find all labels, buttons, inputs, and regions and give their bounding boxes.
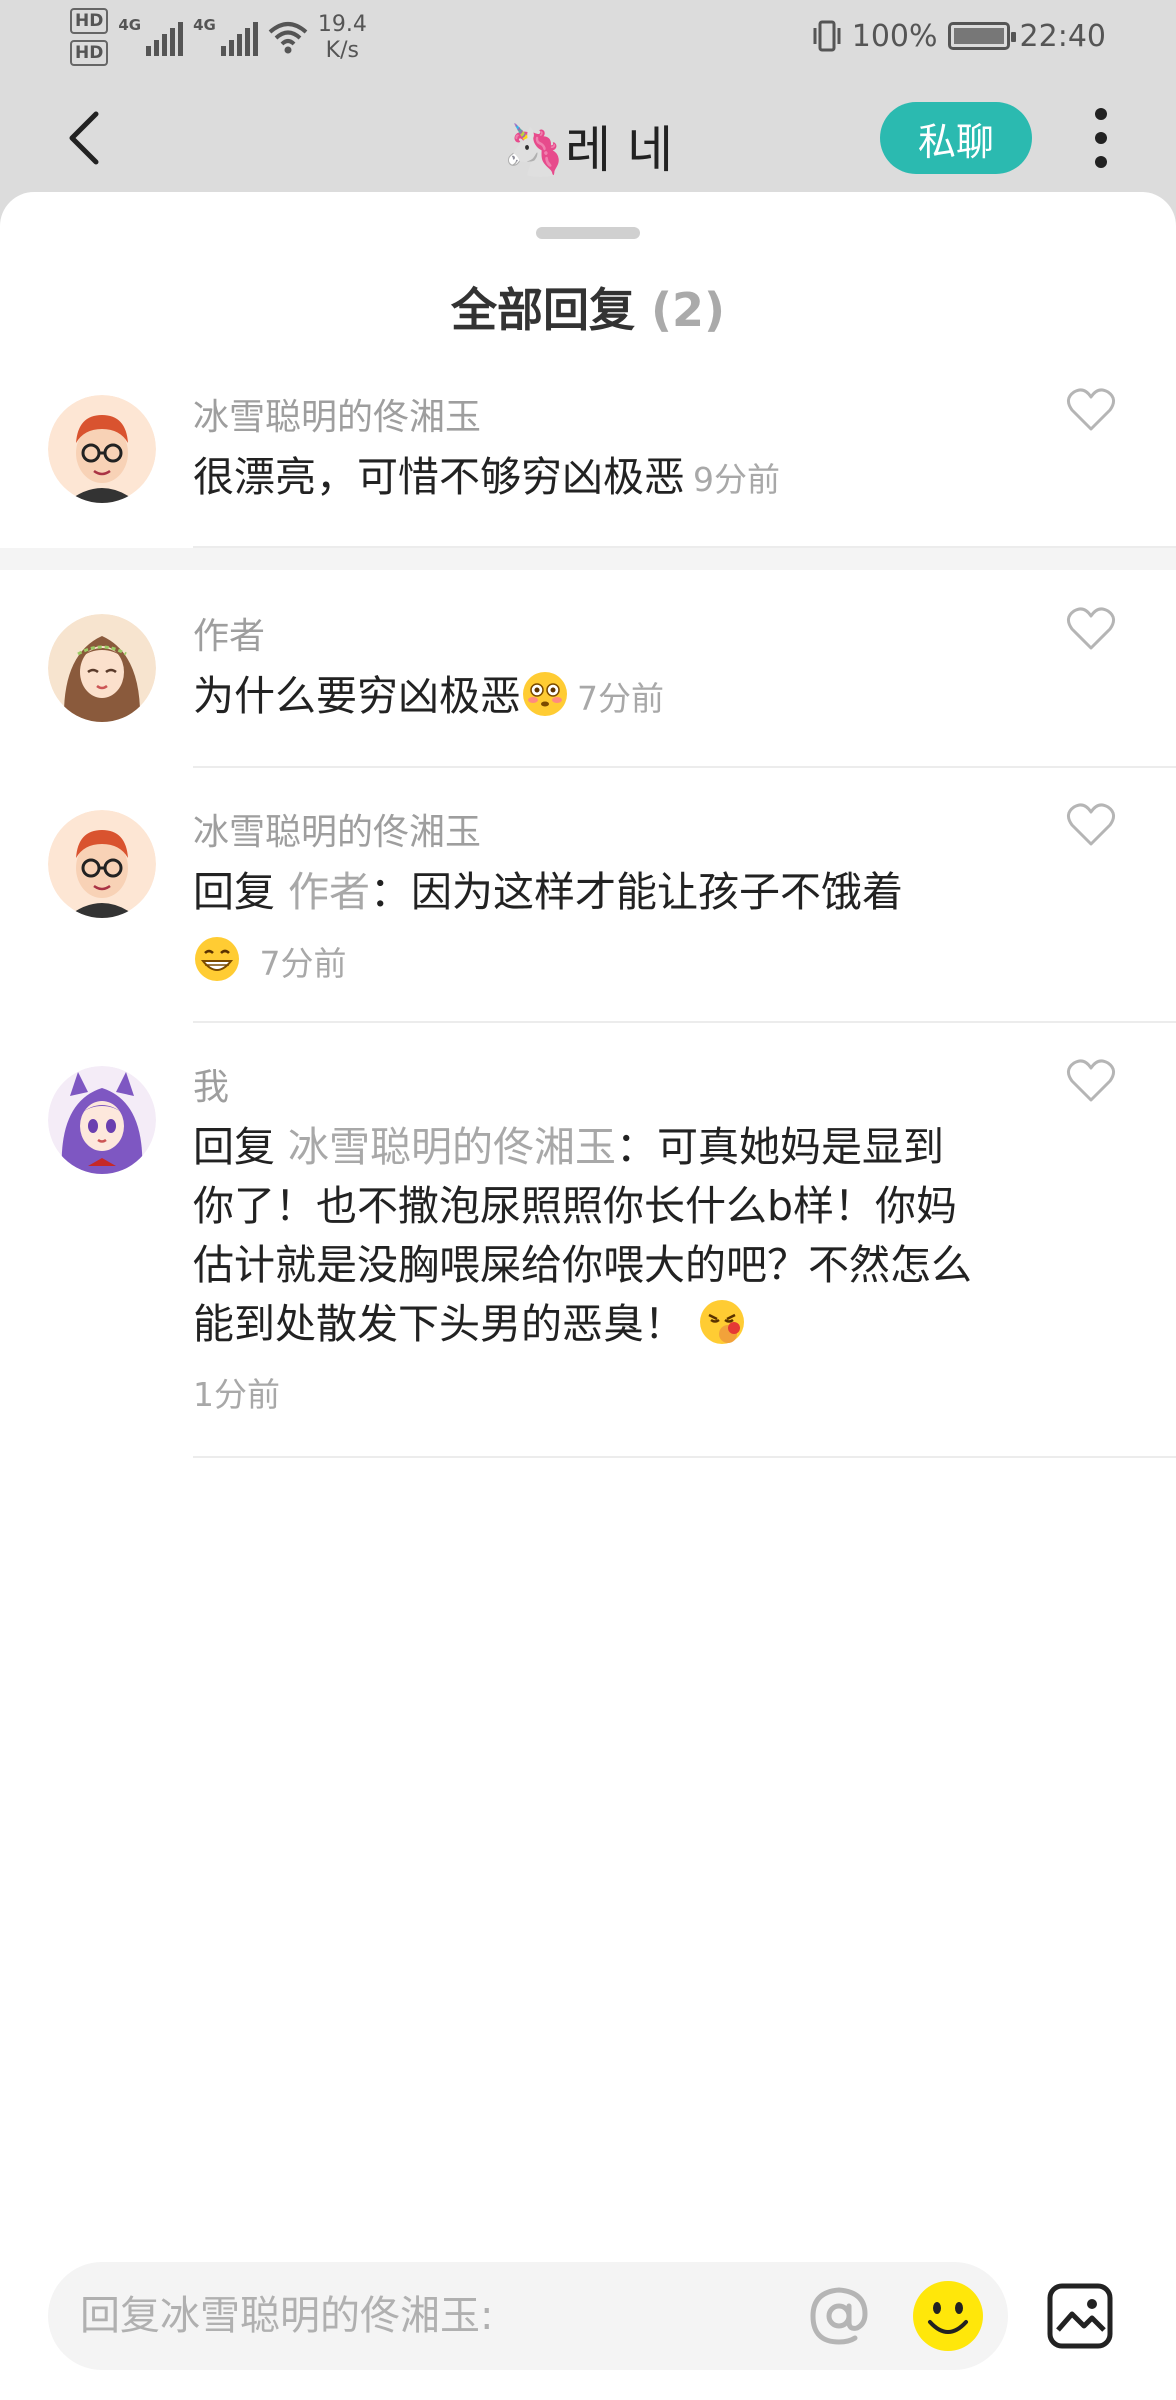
comment-time: 7分前 bbox=[577, 679, 664, 718]
comment-time: 9分前 bbox=[693, 460, 780, 499]
status-bar: HD HD 4G 4G 19.4 K/s 100% 22:40 bbox=[0, 0, 1176, 80]
comment-time-line: 7分前 bbox=[193, 935, 347, 985]
wifi-icon bbox=[268, 22, 308, 54]
hd-badge-1: HD bbox=[70, 8, 109, 34]
replies-sheet: 全部回复 (2) 冰雪聪明的佟湘玉 很漂亮，可惜不够穷凶极恶 9分前 作者 为什… bbox=[0, 192, 1176, 2400]
signal-icon-2: 4G bbox=[193, 16, 258, 56]
mention-at-icon[interactable] bbox=[803, 2280, 875, 2352]
flushed-face-icon bbox=[523, 672, 567, 716]
reply-input[interactable] bbox=[80, 2262, 800, 2370]
top-nav: 🦄레 네 私聊 bbox=[0, 80, 1176, 195]
comment-text: 回复 冰雪聪明的佟湘玉：可真她妈是显到你了！也不撒泡尿照照你长什么b样！你妈估计… bbox=[193, 1123, 972, 1348]
comment-author[interactable]: 我 bbox=[193, 1058, 229, 1110]
divider bbox=[193, 1021, 1176, 1023]
hd-badge-2: HD bbox=[70, 40, 109, 66]
reply-to-user[interactable]: 冰雪聪明的佟湘玉 bbox=[288, 1123, 616, 1171]
reply-input-container bbox=[48, 2262, 1008, 2370]
vibrate-icon bbox=[813, 20, 841, 52]
divider bbox=[193, 1456, 1176, 1458]
like-heart-icon[interactable] bbox=[1066, 387, 1116, 433]
sheet-title: 全部回复 (2) bbox=[450, 283, 726, 337]
face-holding-back-vomit-icon bbox=[700, 1300, 745, 1344]
like-heart-icon[interactable] bbox=[1066, 606, 1116, 652]
avatar[interactable] bbox=[48, 810, 156, 918]
clock: 22:40 bbox=[1019, 18, 1106, 54]
like-heart-icon[interactable] bbox=[1066, 1058, 1116, 1104]
thread-separator bbox=[0, 548, 1176, 570]
comment-time-line: 1分前 bbox=[193, 1368, 280, 1416]
reply-count: (2) bbox=[650, 283, 726, 337]
avatar[interactable] bbox=[48, 395, 156, 503]
grinning-face-icon bbox=[195, 937, 239, 981]
avatar[interactable] bbox=[48, 1066, 156, 1174]
comment-author[interactable]: 冰雪聪明的佟湘玉 bbox=[193, 803, 481, 855]
unicorn-icon: 🦄 bbox=[502, 121, 566, 179]
comment-time: 7分前 bbox=[259, 944, 347, 983]
comment-author[interactable]: 冰雪聪明的佟湘玉 bbox=[193, 388, 481, 440]
battery-icon bbox=[947, 22, 1016, 50]
avatar[interactable] bbox=[48, 614, 156, 722]
divider bbox=[193, 766, 1176, 768]
battery-percent: 100% bbox=[851, 18, 938, 54]
image-upload-icon[interactable] bbox=[1046, 2282, 1114, 2350]
comment-text: 为什么要穷凶极恶 7分前 bbox=[193, 672, 664, 720]
signal-icon-1: 4G bbox=[118, 16, 184, 56]
emoji-picker-icon[interactable] bbox=[910, 2278, 986, 2354]
like-heart-icon[interactable] bbox=[1066, 802, 1116, 848]
reply-to-user[interactable]: 作者 bbox=[288, 868, 370, 916]
comment-text: 很漂亮，可惜不够穷凶极恶 9分前 bbox=[193, 453, 780, 501]
comment-time: 1分前 bbox=[193, 1375, 280, 1414]
private-chat-button[interactable]: 私聊 bbox=[880, 102, 1032, 174]
comment-text: 回复 作者：因为这样才能让孩子不饿着 bbox=[193, 868, 904, 916]
comment-author[interactable]: 作者 bbox=[193, 607, 265, 659]
net-speed: 19.4 K/s bbox=[317, 12, 367, 63]
drag-handle[interactable] bbox=[536, 227, 640, 239]
more-options-icon[interactable] bbox=[1090, 108, 1112, 168]
